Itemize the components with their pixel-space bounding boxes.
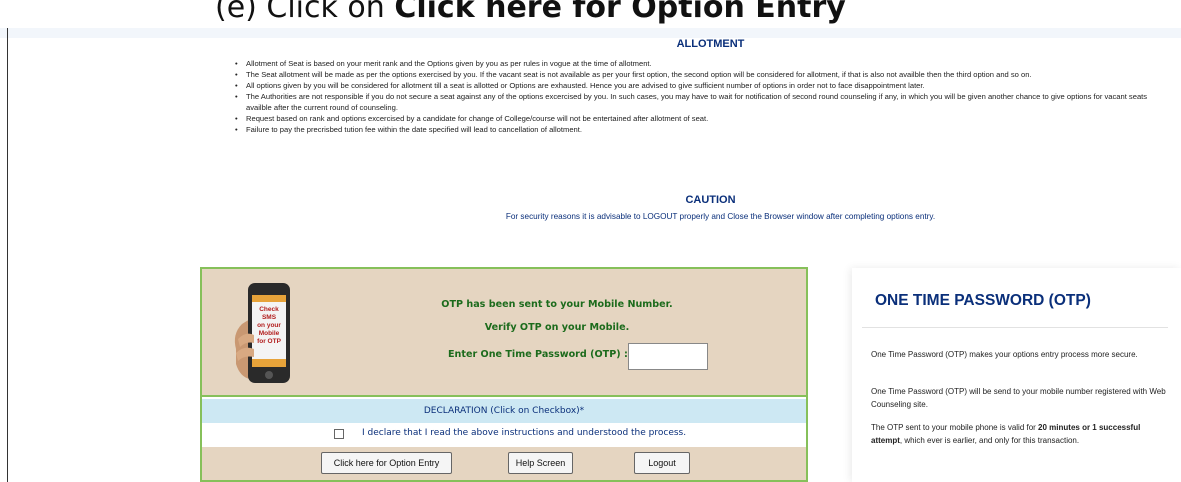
- otp-sent-message: OTP has been sent to your Mobile Number.: [441, 299, 673, 310]
- otp-verify-message: Verify OTP on your Mobile.: [484, 322, 630, 333]
- phone-text-line: SMS: [262, 314, 277, 321]
- rule-item: The Authorities are not responsible if y…: [232, 91, 1162, 113]
- declaration-panel: DECLARATION (Click on Checkbox)* I decla…: [200, 397, 808, 482]
- declaration-heading: DECLARATION (Click on Checkbox)*: [202, 399, 806, 423]
- option-entry-button[interactable]: Click here for Option Entry: [321, 452, 452, 474]
- otp-input[interactable]: [628, 343, 708, 370]
- otp-info-paragraph: One Time Password (OTP) makes your optio…: [871, 350, 1138, 359]
- declaration-text: I declare that I read the above instruct…: [362, 428, 687, 438]
- otp-info-panel: ONE TIME PASSWORD (OTP) One Time Passwor…: [852, 268, 1181, 482]
- mobile-phone-icon: Check SMS on your Mobile for OTP: [234, 283, 290, 383]
- button-row: Click here for Option Entry Help Screen …: [202, 447, 806, 480]
- phone-text-line: Check: [259, 306, 279, 313]
- allotment-rules: Allotment of Seat is based on your merit…: [232, 58, 1162, 135]
- otp-validity-text: The OTP sent to your mobile phone is val…: [871, 423, 1039, 432]
- otp-info-paragraph: The OTP sent to your mobile phone is val…: [871, 421, 1171, 447]
- caution-title: CAUTION: [685, 194, 736, 206]
- otp-label: Enter One Time Password (OTP) :: [448, 349, 628, 360]
- rule-item: Request based on rank and options excerc…: [232, 113, 1162, 124]
- rule-item: Allotment of Seat is based on your merit…: [232, 58, 1162, 69]
- otp-panel: Check SMS on your Mobile for OTP OTP has…: [200, 267, 808, 397]
- allotment-title: ALLOTMENT: [676, 38, 745, 50]
- caution-text: For security reasons it is advisable to …: [505, 212, 936, 221]
- rule-item: Failure to pay the precrisbed tution fee…: [232, 124, 1162, 135]
- otp-info-paragraph: One Time Password (OTP) will be send to …: [871, 387, 1166, 409]
- rule-item: All options given by you will be conside…: [232, 80, 1162, 91]
- declaration-row: I declare that I read the above instruct…: [202, 423, 806, 447]
- heading-bold: Click here for Option Entry: [394, 0, 846, 25]
- heading-prefix: (e) Click on: [215, 0, 395, 25]
- otp-validity-text: , which ever is earlier, and only for th…: [899, 436, 1080, 445]
- document-heading: (e) Click on Click here for Option Entry: [215, 0, 846, 30]
- rule-item: The Seat allotment will be made as per t…: [232, 69, 1162, 80]
- declaration-checkbox[interactable]: [334, 429, 344, 439]
- frame-border: [7, 28, 8, 482]
- divider: [862, 327, 1168, 328]
- help-screen-button[interactable]: Help Screen: [508, 452, 573, 474]
- phone-text-line: for OTP: [257, 338, 281, 345]
- phone-text-line: on your: [257, 322, 281, 329]
- phone-text-line: Mobile: [259, 330, 280, 337]
- logout-button[interactable]: Logout: [634, 452, 690, 474]
- otp-info-title: ONE TIME PASSWORD (OTP): [875, 292, 1091, 309]
